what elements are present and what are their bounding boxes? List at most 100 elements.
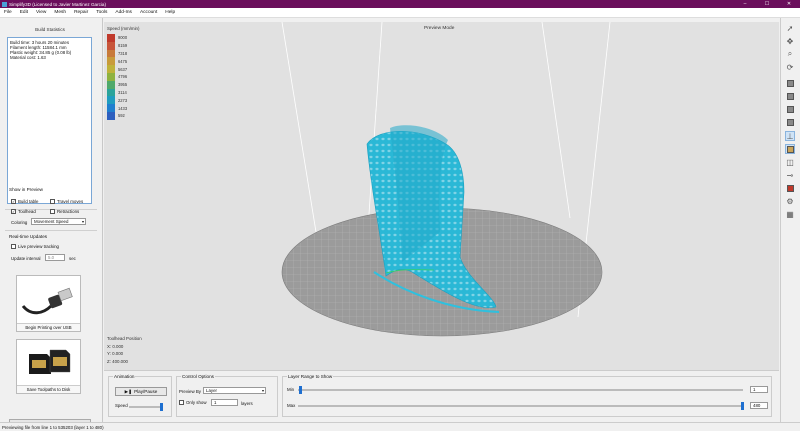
menu-bar: File Edit View Mesh Repair Tools Add-Ins… (0, 8, 800, 18)
only-show-option[interactable]: Only show (179, 400, 207, 405)
close-button[interactable]: ✕ (778, 1, 800, 7)
menu-tools[interactable]: Tools (92, 10, 111, 15)
preview-viewport[interactable]: Preview Mode Speed (mm/min) 9000 8159 7318… (104, 22, 779, 370)
speed-legend-value: 5637 (118, 66, 128, 72)
layers-icon[interactable]: ▦ (785, 209, 795, 219)
coloring-select[interactable]: Movement Speed ▾ (31, 218, 86, 225)
usb-print-button[interactable]: Begin Printing over USB (16, 275, 81, 332)
shaded-view-icon[interactable] (785, 144, 795, 154)
speed-legend-swatch (107, 88, 115, 97)
speed-legend-value: 1433 (118, 105, 128, 111)
overhang-icon[interactable] (785, 183, 795, 193)
window-title: Simplify3D (Licensed to Javier Martinez … (9, 1, 107, 7)
travel-moves-option[interactable]: Travel moves (50, 199, 83, 204)
zoom-icon[interactable]: ⌕ (785, 49, 795, 59)
menu-repair[interactable]: Repair (70, 10, 92, 15)
rotate-icon[interactable]: ⟳ (785, 62, 795, 72)
build-statistics-box: Build time: 3 hours 20 minutes Filament … (7, 37, 92, 204)
view-top-icon[interactable] (785, 104, 795, 114)
only-show-layers-input[interactable]: 1 (211, 399, 238, 406)
toolhead-x: X: 0.000 (107, 343, 124, 349)
app-icon (2, 1, 7, 7)
min-layer-label: Min (287, 387, 295, 392)
max-layer-slider-track[interactable] (298, 405, 743, 407)
view-iso-icon[interactable] (785, 78, 795, 88)
build-table-option[interactable]: ✓ Build table (11, 199, 39, 204)
minimize-button[interactable]: – (734, 1, 756, 7)
view-side-icon[interactable] (785, 117, 795, 127)
speed-legend-row: 3114 (107, 88, 127, 97)
menu-help[interactable]: Help (161, 10, 179, 15)
toolhead-position: Toolhead Position X: 0.000 Y: 0.000 Z: 4… (107, 335, 142, 365)
build-table-label: Build table (18, 199, 39, 204)
chevron-down-icon: ▾ (261, 388, 264, 393)
speed-legend: 9000 8159 7318 6475 5637 4796 3955 3114 2273 1433… (107, 34, 127, 120)
build-statistics-title: Build Statistics (35, 27, 65, 32)
live-tracking-checkbox[interactable] (11, 244, 16, 249)
realtime-updates-title: Real-time Updates (9, 234, 48, 239)
max-layer-slider-thumb[interactable] (741, 402, 744, 410)
menu-edit[interactable]: Edit (16, 10, 32, 15)
min-layer-slider-thumb[interactable] (299, 386, 302, 394)
preview-by-select[interactable]: Layer ▾ (203, 387, 266, 394)
menu-view[interactable]: View (32, 10, 50, 15)
speed-legend-value: 3114 (118, 89, 127, 95)
menu-mesh[interactable]: Mesh (50, 10, 70, 15)
status-bar: Previewing file from line 1 to 535203 (l… (0, 422, 800, 431)
speed-legend-value: 8159 (118, 43, 128, 49)
speed-slider-thumb[interactable] (159, 403, 163, 411)
speed-legend-value: 4796 (118, 74, 128, 80)
speed-legend-value: 7318 (118, 50, 128, 56)
select-cursor-icon[interactable]: ➚ (785, 23, 795, 33)
min-layer-input[interactable]: 1 (750, 386, 768, 393)
save-toolpaths-label: Save Toolpaths to Disk (17, 385, 80, 393)
sd-card-icon (29, 349, 71, 374)
live-tracking-option[interactable]: Live preview tracking (11, 244, 59, 249)
speed-legend-row: 9000 (107, 34, 127, 42)
toolhead-label: Toolhead (18, 209, 36, 214)
speed-legend-row: 4796 (107, 72, 128, 81)
speed-legend-row: 1433 (107, 104, 127, 112)
save-toolpaths-button[interactable]: Save Toolpaths to Disk (16, 339, 81, 394)
chevron-down-icon: ▾ (81, 219, 84, 224)
update-interval-unit: sec (69, 256, 76, 261)
only-show-checkbox[interactable] (179, 400, 184, 405)
view-front-icon[interactable] (785, 91, 795, 101)
update-interval-label: Update interval (11, 256, 41, 261)
play-pause-icon: ▶❚ (124, 388, 133, 394)
play-pause-label: Play/Pause (134, 389, 158, 394)
speed-legend-row: 592 (107, 111, 127, 120)
divider (5, 230, 97, 231)
speed-legend-row: 3955 (107, 80, 127, 89)
speed-legend-row: 2273 (107, 96, 127, 105)
coloring-label: Coloring (11, 220, 28, 225)
build-table-checkbox[interactable]: ✓ (11, 199, 16, 204)
update-interval-input[interactable]: 5.0 (45, 254, 65, 261)
speed-legend-value: 592 (118, 113, 125, 119)
speed-legend-row: 5637 (107, 65, 127, 73)
layer-range-group: Layer Range to Show Min 1 Max 480 (282, 374, 772, 417)
speed-legend-swatch (107, 65, 115, 73)
max-layer-input[interactable]: 480 (750, 402, 768, 409)
menu-add-ins[interactable]: Add-Ins (111, 10, 136, 15)
cross-section-icon[interactable]: ⊸ (785, 170, 795, 180)
left-panel: Build Statistics Build time: 3 hours 20 … (0, 18, 103, 430)
axes-icon[interactable]: ⊥ (785, 131, 795, 141)
travel-moves-checkbox[interactable] (50, 199, 55, 204)
retractions-checkbox[interactable] (50, 209, 55, 214)
play-pause-button[interactable]: ▶❚ Play/Pause (115, 387, 167, 396)
speed-legend-swatch (107, 72, 115, 81)
retractions-option[interactable]: Retractions (50, 209, 79, 214)
menu-file[interactable]: File (0, 10, 16, 15)
min-layer-slider-track[interactable] (298, 389, 743, 391)
toolhead-checkbox[interactable]: ✓ (11, 209, 16, 214)
toolhead-option[interactable]: ✓ Toolhead (11, 209, 36, 214)
wireframe-icon[interactable]: ◫ (785, 157, 795, 167)
settings-gear-icon[interactable]: ⚙ (785, 196, 795, 206)
animation-title: Animation (113, 374, 136, 379)
menu-account[interactable]: Account (136, 10, 161, 15)
move-icon[interactable]: ✥ (785, 36, 795, 46)
speed-slider-track[interactable] (129, 406, 163, 408)
maximize-button[interactable]: ☐ (756, 1, 778, 7)
control-options-title: Control Options (181, 374, 215, 379)
